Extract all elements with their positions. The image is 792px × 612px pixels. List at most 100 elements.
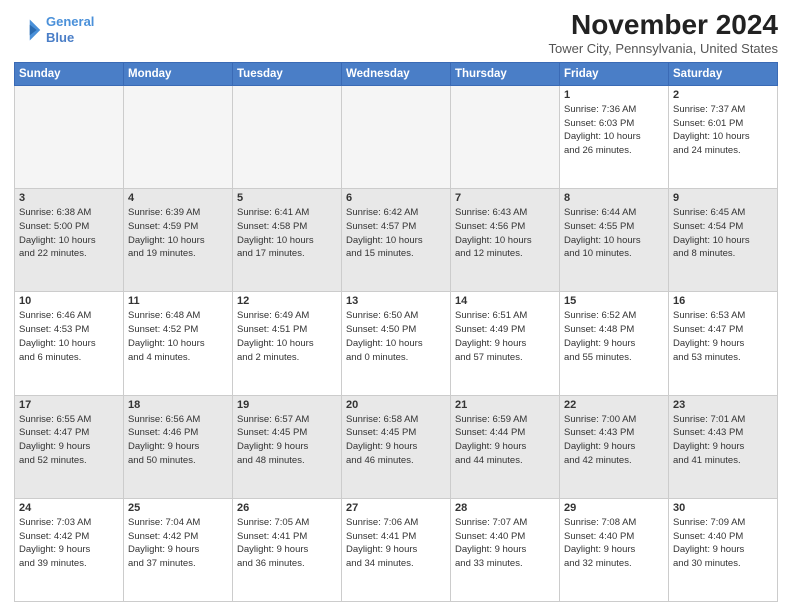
day-number: 17 [19, 399, 119, 411]
calendar-cell: 25 Sunrise: 7:04 AMSunset: 4:42 PMDayligh… [124, 498, 233, 601]
day-info: Sunrise: 6:38 AMSunset: 5:00 PMDaylight:… [19, 206, 119, 261]
day-number: 1 [564, 89, 664, 101]
calendar-cell: 20 Sunrise: 6:58 AMSunset: 4:45 PMDayligh… [342, 395, 451, 498]
day-number: 18 [128, 399, 228, 411]
calendar-cell: 7 Sunrise: 6:43 AMSunset: 4:56 PMDaylight… [451, 189, 560, 292]
calendar-header-row: SundayMondayTuesdayWednesdayThursdayFrid… [15, 62, 778, 85]
day-info: Sunrise: 6:41 AMSunset: 4:58 PMDaylight:… [237, 206, 337, 261]
day-info: Sunrise: 6:43 AMSunset: 4:56 PMDaylight:… [455, 206, 555, 261]
day-number: 7 [455, 192, 555, 204]
day-number: 9 [673, 192, 773, 204]
day-info: Sunrise: 6:53 AMSunset: 4:47 PMDaylight:… [673, 309, 773, 364]
day-info: Sunrise: 7:00 AMSunset: 4:43 PMDaylight:… [564, 413, 664, 468]
location: Tower City, Pennsylvania, United States [548, 41, 778, 56]
day-number: 2 [673, 89, 773, 101]
calendar-row-4: 24 Sunrise: 7:03 AMSunset: 4:42 PMDayligh… [15, 498, 778, 601]
calendar-cell: 12 Sunrise: 6:49 AMSunset: 4:51 PMDayligh… [233, 292, 342, 395]
day-number: 23 [673, 399, 773, 411]
title-block: November 2024 Tower City, Pennsylvania, … [548, 10, 778, 56]
calendar-cell: 13 Sunrise: 6:50 AMSunset: 4:50 PMDayligh… [342, 292, 451, 395]
day-number: 14 [455, 295, 555, 307]
calendar-cell: 21Sunrise: 6:59 AMSunset: 4:44 PMDayligh… [451, 395, 560, 498]
day-info: Sunrise: 7:08 AMSunset: 4:40 PMDaylight:… [564, 516, 664, 571]
calendar-cell [233, 85, 342, 188]
calendar-cell: 2 Sunrise: 7:37 AMSunset: 6:01 PMDaylight… [669, 85, 778, 188]
day-number: 3 [19, 192, 119, 204]
calendar-weekday-tuesday: Tuesday [233, 62, 342, 85]
logo-text: General Blue [46, 14, 94, 45]
logo: General Blue [14, 14, 94, 45]
calendar-cell [451, 85, 560, 188]
day-info: Sunrise: 6:39 AMSunset: 4:59 PMDaylight:… [128, 206, 228, 261]
calendar-cell: 17Sunrise: 6:55 AMSunset: 4:47 PMDayligh… [15, 395, 124, 498]
day-number: 29 [564, 502, 664, 514]
calendar-weekday-monday: Monday [124, 62, 233, 85]
calendar-cell: 23 Sunrise: 7:01 AMSunset: 4:43 PMDayligh… [669, 395, 778, 498]
day-info: Sunrise: 6:48 AMSunset: 4:52 PMDaylight:… [128, 309, 228, 364]
day-info: Sunrise: 7:09 AMSunset: 4:40 PMDaylight:… [673, 516, 773, 571]
calendar-cell: 8Sunrise: 6:44 AMSunset: 4:55 PMDaylight… [560, 189, 669, 292]
day-info: Sunrise: 7:03 AMSunset: 4:42 PMDaylight:… [19, 516, 119, 571]
day-number: 11 [128, 295, 228, 307]
calendar-cell: 29 Sunrise: 7:08 AMSunset: 4:40 PMDayligh… [560, 498, 669, 601]
calendar-cell: 3 Sunrise: 6:38 AMSunset: 5:00 PMDaylight… [15, 189, 124, 292]
day-info: Sunrise: 7:06 AMSunset: 4:41 PMDaylight:… [346, 516, 446, 571]
day-info: Sunrise: 7:37 AMSunset: 6:01 PMDaylight:… [673, 103, 773, 158]
day-number: 26 [237, 502, 337, 514]
calendar-cell: 6Sunrise: 6:42 AMSunset: 4:57 PMDaylight… [342, 189, 451, 292]
logo-general: General [46, 14, 94, 29]
day-info: Sunrise: 6:59 AMSunset: 4:44 PMDaylight:… [455, 413, 555, 468]
calendar-row-0: 1 Sunrise: 7:36 AMSunset: 6:03 PMDaylight… [15, 85, 778, 188]
day-number: 4 [128, 192, 228, 204]
calendar-cell [15, 85, 124, 188]
calendar-cell [342, 85, 451, 188]
day-info: Sunrise: 7:01 AMSunset: 4:43 PMDaylight:… [673, 413, 773, 468]
day-info: Sunrise: 6:49 AMSunset: 4:51 PMDaylight:… [237, 309, 337, 364]
day-number: 5 [237, 192, 337, 204]
calendar-table: SundayMondayTuesdayWednesdayThursdayFrid… [14, 62, 778, 602]
day-info: Sunrise: 6:56 AMSunset: 4:46 PMDaylight:… [128, 413, 228, 468]
calendar-cell: 30 Sunrise: 7:09 AMSunset: 4:40 PMDayligh… [669, 498, 778, 601]
calendar-cell [124, 85, 233, 188]
page: General Blue November 2024 Tower City, P… [0, 0, 792, 612]
calendar-cell: 11 Sunrise: 6:48 AMSunset: 4:52 PMDayligh… [124, 292, 233, 395]
calendar-row-2: 10 Sunrise: 6:46 AMSunset: 4:53 PMDayligh… [15, 292, 778, 395]
day-info: Sunrise: 6:58 AMSunset: 4:45 PMDaylight:… [346, 413, 446, 468]
calendar-cell: 4 Sunrise: 6:39 AMSunset: 4:59 PMDaylight… [124, 189, 233, 292]
calendar-cell: 27 Sunrise: 7:06 AMSunset: 4:41 PMDayligh… [342, 498, 451, 601]
day-number: 12 [237, 295, 337, 307]
day-info: Sunrise: 6:45 AMSunset: 4:54 PMDaylight:… [673, 206, 773, 261]
logo-blue: Blue [46, 30, 74, 45]
day-info: Sunrise: 7:36 AMSunset: 6:03 PMDaylight:… [564, 103, 664, 158]
day-info: Sunrise: 6:46 AMSunset: 4:53 PMDaylight:… [19, 309, 119, 364]
day-info: Sunrise: 6:52 AMSunset: 4:48 PMDaylight:… [564, 309, 664, 364]
calendar-cell: 5 Sunrise: 6:41 AMSunset: 4:58 PMDaylight… [233, 189, 342, 292]
day-number: 25 [128, 502, 228, 514]
calendar-cell: 24 Sunrise: 7:03 AMSunset: 4:42 PMDayligh… [15, 498, 124, 601]
day-info: Sunrise: 6:50 AMSunset: 4:50 PMDaylight:… [346, 309, 446, 364]
day-number: 19 [237, 399, 337, 411]
calendar-weekday-saturday: Saturday [669, 62, 778, 85]
calendar-cell: 22 Sunrise: 7:00 AMSunset: 4:43 PMDayligh… [560, 395, 669, 498]
calendar-cell: 16Sunrise: 6:53 AMSunset: 4:47 PMDayligh… [669, 292, 778, 395]
day-number: 13 [346, 295, 446, 307]
calendar-weekday-wednesday: Wednesday [342, 62, 451, 85]
day-number: 10 [19, 295, 119, 307]
calendar-cell: 14Sunrise: 6:51 AMSunset: 4:49 PMDayligh… [451, 292, 560, 395]
day-number: 8 [564, 192, 664, 204]
day-number: 20 [346, 399, 446, 411]
header: General Blue November 2024 Tower City, P… [14, 10, 778, 56]
day-info: Sunrise: 7:07 AMSunset: 4:40 PMDaylight:… [455, 516, 555, 571]
calendar-cell: 26Sunrise: 7:05 AMSunset: 4:41 PMDayligh… [233, 498, 342, 601]
logo-icon [14, 16, 42, 44]
day-number: 15 [564, 295, 664, 307]
day-number: 27 [346, 502, 446, 514]
calendar-cell: 15 Sunrise: 6:52 AMSunset: 4:48 PMDayligh… [560, 292, 669, 395]
calendar-weekday-thursday: Thursday [451, 62, 560, 85]
day-number: 22 [564, 399, 664, 411]
day-info: Sunrise: 7:04 AMSunset: 4:42 PMDaylight:… [128, 516, 228, 571]
day-number: 6 [346, 192, 446, 204]
day-number: 30 [673, 502, 773, 514]
calendar-weekday-sunday: Sunday [15, 62, 124, 85]
day-number: 24 [19, 502, 119, 514]
